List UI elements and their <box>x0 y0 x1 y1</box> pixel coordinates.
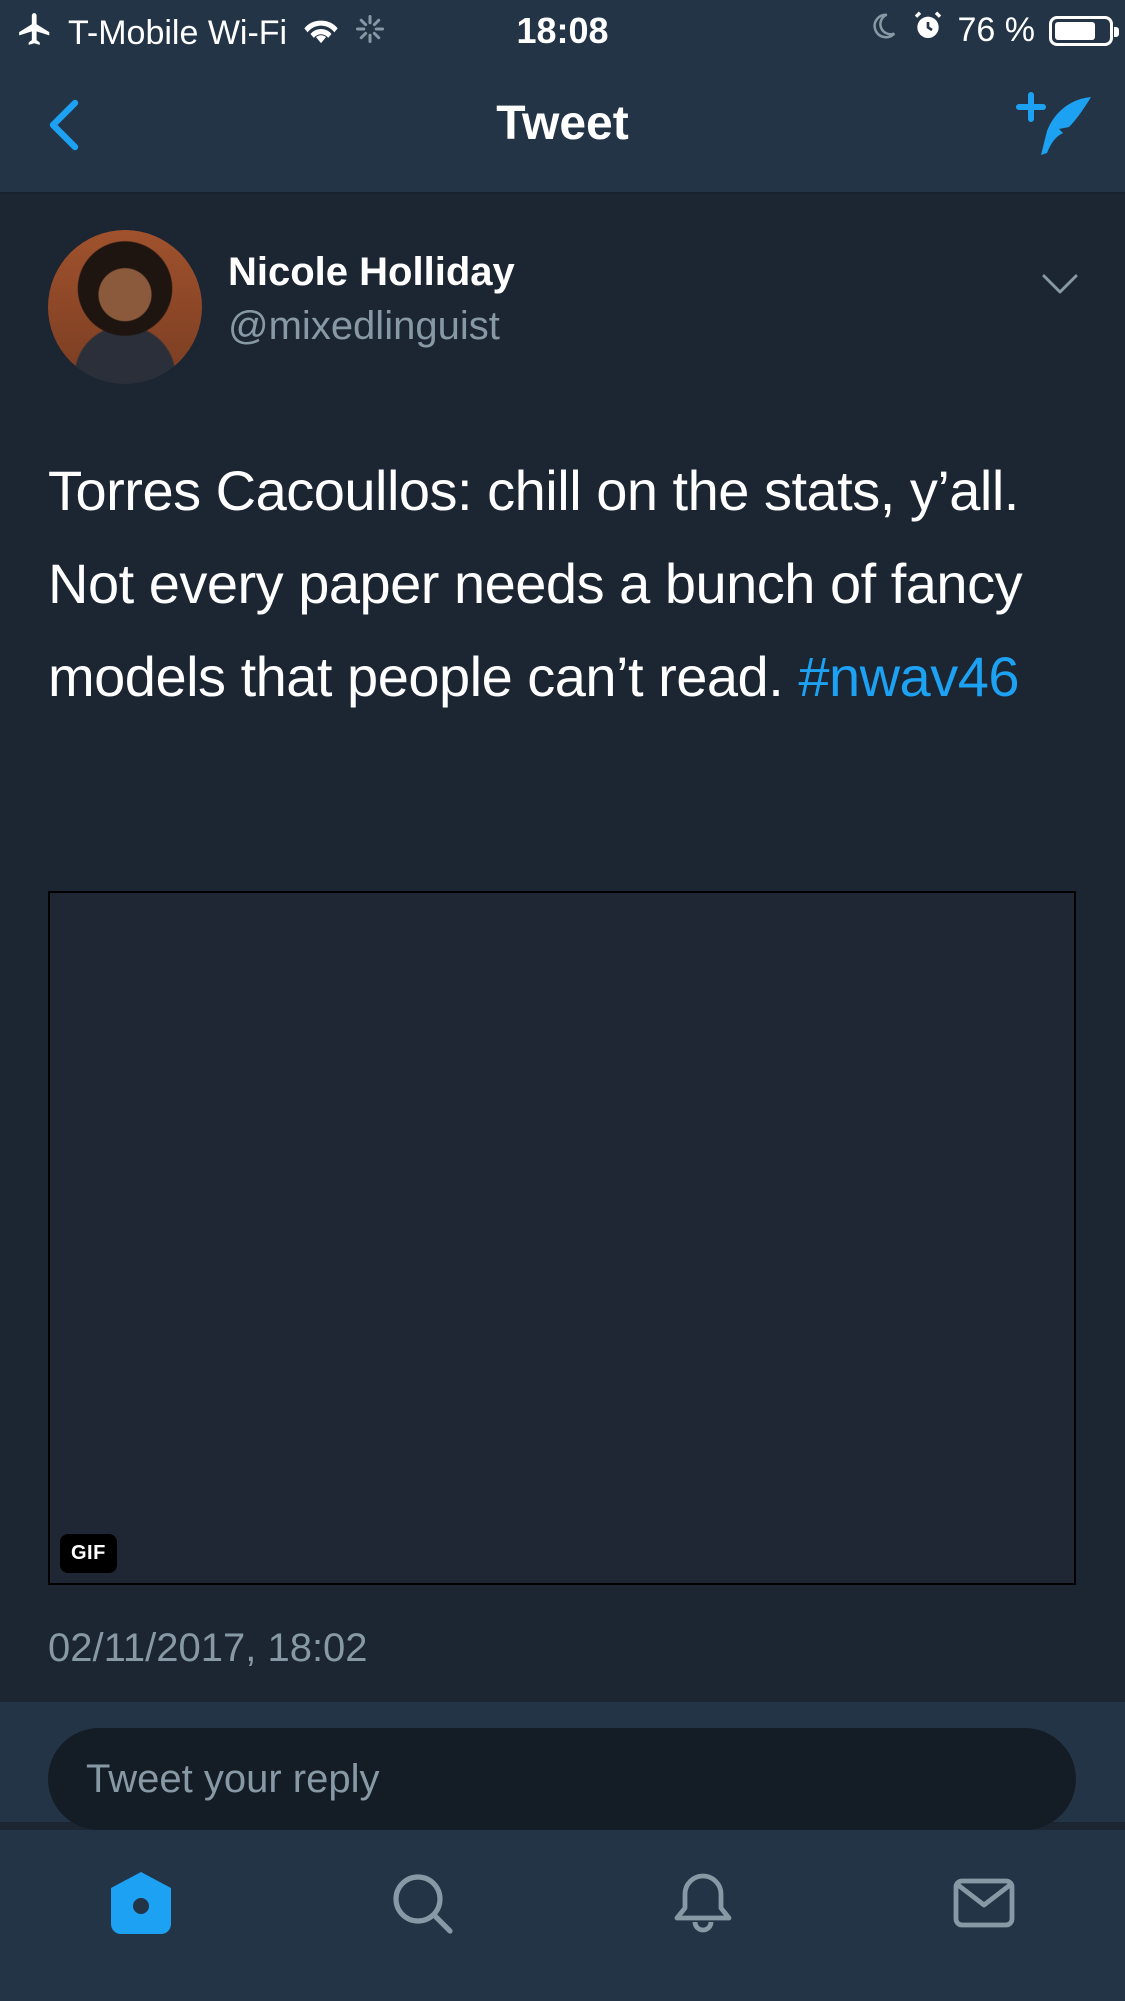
wifi-icon <box>301 13 341 54</box>
tab-bar-items <box>0 1830 1125 2001</box>
battery-percent: 76 % <box>957 11 1036 49</box>
battery-tip <box>1114 26 1119 37</box>
alarm-icon <box>912 10 944 51</box>
tab-messages[interactable] <box>914 1848 1054 1958</box>
carrier-label: T-Mobile Wi-Fi <box>68 14 288 52</box>
tab-bar <box>0 1830 1125 2001</box>
moon-icon <box>868 11 898 50</box>
search-icon <box>393 1874 453 1934</box>
hashtag-link[interactable]: #nwav46 <box>798 645 1019 708</box>
author-display-name[interactable]: Nicole Holliday <box>228 250 515 295</box>
tab-home[interactable] <box>71 1848 211 1958</box>
status-right: 76 % <box>868 10 1119 51</box>
reply-input[interactable] <box>48 1728 1076 1830</box>
tweet-timestamp: 02/11/2017, 18:02 <box>48 1626 368 1670</box>
activity-spinner-icon <box>355 14 385 53</box>
nav-bar: Tweet <box>0 60 1125 194</box>
gif-badge: GIF <box>60 1534 117 1573</box>
tweet-options-button[interactable] <box>1035 264 1085 304</box>
author-handle[interactable]: @mixedlinguist <box>228 304 500 349</box>
page-title: Tweet <box>496 97 629 150</box>
notifications-icon <box>674 1873 732 1933</box>
tweet-media-gif[interactable]: GIF <box>48 891 1076 1585</box>
battery-icon <box>1049 15 1119 46</box>
tweet-text: Torres Cacoullos: chill on the stats, y’… <box>48 444 1078 723</box>
messages-icon <box>953 1878 1015 1928</box>
tweet: Nicole Holliday @mixedlinguist Torres Ca… <box>0 194 1125 1702</box>
compose-tweet-button[interactable] <box>1005 86 1105 166</box>
airplane-icon <box>16 10 54 57</box>
status-bar: T-Mobile Wi-Fi 18:08 76 % <box>0 0 1125 60</box>
battery-fill <box>1055 21 1095 40</box>
compose-feather-icon <box>1016 92 1091 155</box>
tab-notifications[interactable] <box>633 1848 773 1958</box>
chevron-down-icon <box>1042 274 1078 294</box>
avatar[interactable] <box>48 230 202 384</box>
tab-search[interactable] <box>352 1848 492 1958</box>
home-icon <box>110 1872 171 1934</box>
status-left: T-Mobile Wi-Fi <box>16 10 385 57</box>
reply-bar <box>0 1702 1125 1830</box>
tweet-detail-screen: T-Mobile Wi-Fi 18:08 76 % Tweet Nicole H… <box>0 0 1125 2001</box>
